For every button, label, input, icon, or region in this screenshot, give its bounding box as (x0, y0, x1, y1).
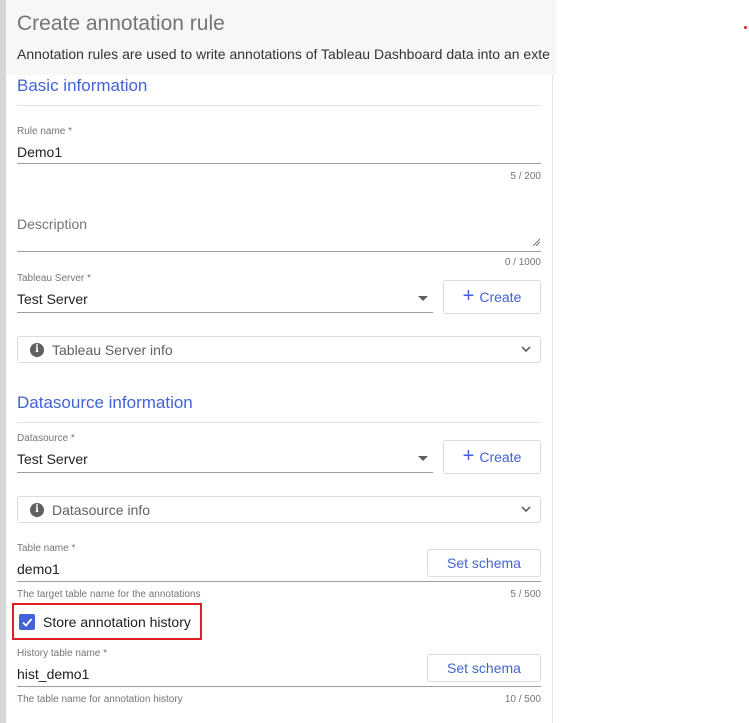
caret-down-icon (418, 456, 428, 461)
info-icon: i (30, 502, 44, 517)
table-set-schema-label: Set schema (447, 555, 521, 571)
check-icon (22, 617, 33, 627)
resize-grip-icon[interactable] (532, 238, 540, 246)
history-table-underline (17, 686, 541, 687)
tableau-server-label: Tableau Server * (17, 273, 91, 284)
rule-name-underline (17, 163, 541, 164)
page-intro: Annotation rules are used to write annot… (17, 46, 550, 62)
create-rule-panel: Create annotation rule Annotation rules … (6, 0, 556, 723)
history-set-schema-button[interactable]: Set schema (427, 654, 541, 682)
table-name-hint: The target table name for the annotation… (17, 589, 201, 600)
datasource-select[interactable]: Datasource * Test Server (17, 433, 433, 473)
plus-icon: + (462, 445, 475, 467)
info-icon: i (30, 342, 44, 357)
tableau-server-value: Test Server (17, 291, 88, 307)
history-set-schema-label: Set schema (447, 660, 521, 676)
description-underline (17, 251, 541, 252)
table-set-schema-button[interactable]: Set schema (427, 549, 541, 577)
history-table-counter: 10 / 500 (504, 694, 541, 705)
datasource-info-expander[interactable]: i Datasource info (17, 496, 541, 523)
panel-right-divider (552, 75, 553, 723)
description-input[interactable]: Description (17, 216, 87, 232)
store-history-highlight: Store annotation history (12, 603, 202, 640)
caret-down-icon (418, 296, 428, 301)
table-name-counter: 5 / 500 (510, 589, 541, 600)
datasource-info-label: Datasource info (52, 501, 151, 518)
chevron-down-icon (521, 346, 531, 353)
create-server-label: Create (479, 289, 522, 305)
datasource-value: Test Server (17, 451, 88, 467)
tableau-server-info-expander[interactable]: i Tableau Server info (17, 336, 541, 363)
section-basic-information: Basic information (17, 76, 541, 106)
datasource-underline (17, 472, 433, 473)
table-name-underline (17, 581, 541, 582)
store-history-checkbox[interactable] (19, 613, 35, 630)
rule-name-input[interactable]: Demo1 (17, 144, 541, 160)
rule-name-counter: 5 / 200 (510, 171, 541, 182)
plus-icon: + (462, 285, 475, 307)
datasource-label: Datasource * (17, 433, 75, 444)
tableau-server-select[interactable]: Tableau Server * Test Server (17, 273, 433, 313)
chevron-down-icon (521, 506, 531, 513)
create-datasource-label: Create (479, 449, 522, 465)
history-table-hint: The table name for annotation history (17, 694, 183, 705)
section-datasource-information: Datasource information (17, 393, 541, 423)
rule-name-field[interactable]: Rule name * Demo1 (17, 126, 541, 166)
rule-name-label: Rule name * (17, 126, 73, 137)
create-server-button[interactable]: + Create (443, 280, 541, 314)
create-datasource-button[interactable]: + Create (443, 440, 541, 474)
description-counter: 0 / 1000 (504, 257, 541, 268)
status-dot (744, 26, 747, 29)
description-field[interactable]: Description (17, 210, 541, 252)
section-basic-heading: Basic information (17, 76, 148, 95)
tableau-server-underline (17, 312, 433, 313)
store-history-label[interactable]: Store annotation history (43, 614, 191, 630)
page-title: Create annotation rule (17, 12, 225, 35)
tableau-server-info-label: Tableau Server info (52, 341, 173, 358)
section-datasource-heading: Datasource information (17, 393, 193, 412)
